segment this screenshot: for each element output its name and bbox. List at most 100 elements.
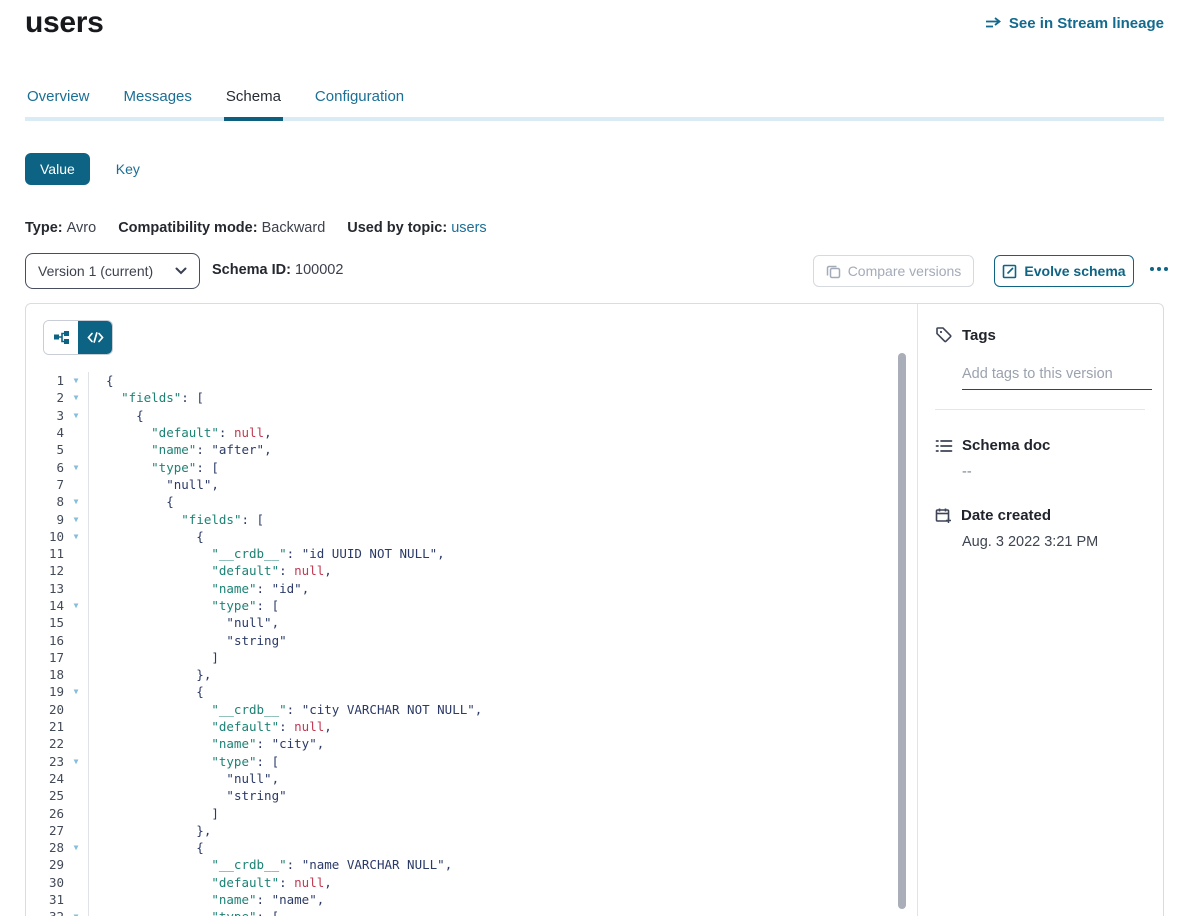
code-line: 20 "__crdb__": "city VARCHAR NOT NULL", [26, 701, 917, 718]
code-text: "string" [89, 788, 287, 803]
code-line: 12 "default": null, [26, 562, 917, 579]
gutter: 24 [26, 770, 89, 787]
code-line: 6▼ "type": [ [26, 458, 917, 475]
code-line: 16 "string" [26, 631, 917, 648]
code-text: "default": null, [89, 425, 272, 440]
line-number: 3 [26, 408, 64, 423]
gutter: 7 [26, 476, 89, 493]
line-number: 25 [26, 788, 64, 803]
tab-configuration[interactable]: Configuration [313, 88, 406, 121]
code-view-icon [87, 331, 104, 344]
code-line: 10▼ { [26, 528, 917, 545]
code-text: "name": "name", [89, 892, 324, 907]
gutter: 1▼ [26, 372, 89, 389]
schema-id-label: Schema ID: [212, 262, 291, 278]
version-select-value: Version 1 (current) [38, 263, 153, 279]
gutter: 13 [26, 580, 89, 597]
tags-section-header: Tags [935, 326, 1147, 344]
tab-overview[interactable]: Overview [25, 88, 92, 121]
schema-meta-row: Type: AvroCompatibility mode: BackwardUs… [25, 220, 487, 236]
code-line: 9▼ "fields": [ [26, 510, 917, 527]
code-text: "type": [ [89, 909, 279, 916]
fold-arrow-icon[interactable]: ▼ [64, 393, 88, 402]
gutter: 22 [26, 735, 89, 752]
code-text: { [89, 408, 144, 423]
fold-arrow-icon[interactable]: ▼ [64, 757, 88, 766]
tree-view-button[interactable] [44, 321, 78, 354]
gutter: 19▼ [26, 683, 89, 700]
key-tab-link[interactable]: Key [116, 161, 140, 177]
gutter: 21 [26, 718, 89, 735]
fold-arrow-icon[interactable]: ▼ [64, 463, 88, 472]
add-tags-input[interactable] [962, 366, 1152, 390]
compare-versions-button[interactable]: Compare versions [813, 255, 974, 287]
version-select[interactable]: Version 1 (current) [25, 253, 200, 289]
fold-arrow-icon[interactable]: ▼ [64, 515, 88, 524]
line-number: 29 [26, 857, 64, 872]
code-text: "type": [ [89, 754, 279, 769]
code-text: "string" [89, 633, 287, 648]
line-number: 14 [26, 598, 64, 613]
gutter: 5 [26, 441, 89, 458]
gutter: 32▼ [26, 908, 89, 916]
vertical-scrollbar[interactable] [898, 353, 906, 909]
line-number: 20 [26, 702, 64, 717]
gutter: 27 [26, 822, 89, 839]
schema-id: Schema ID: 100002 [212, 262, 343, 278]
schema-code-panel: 1▼{2▼ "fields": [3▼ {4 "default": null,5… [26, 304, 918, 916]
fold-arrow-icon[interactable]: ▼ [64, 376, 88, 385]
date-created-value: Aug. 3 2022 3:21 PM [962, 534, 1147, 550]
code-view-button[interactable] [78, 321, 112, 354]
code-editor[interactable]: 1▼{2▼ "fields": [3▼ {4 "default": null,5… [26, 372, 917, 916]
gutter: 16 [26, 631, 89, 648]
gutter: 28▼ [26, 839, 89, 856]
fold-arrow-icon[interactable]: ▼ [64, 601, 88, 610]
code-line: 30 "default": null, [26, 874, 917, 891]
code-text: }, [89, 667, 211, 682]
schema-doc-value: -- [962, 464, 1147, 480]
schema-sidebar: Tags Schema doc -- [918, 304, 1163, 916]
see-in-stream-lineage-link[interactable]: See in Stream lineage [985, 15, 1164, 32]
code-line: 14▼ "type": [ [26, 597, 917, 614]
code-line: 28▼ { [26, 839, 917, 856]
code-line: 25 "string" [26, 787, 917, 804]
code-text: ] [89, 650, 219, 665]
evolve-schema-button[interactable]: Evolve schema [994, 255, 1134, 287]
fold-arrow-icon[interactable]: ▼ [64, 687, 88, 696]
value-tab-button[interactable]: Value [25, 153, 90, 185]
schema-id-value: 100002 [295, 262, 343, 278]
tab-messages[interactable]: Messages [122, 88, 194, 121]
code-text: "default": null, [89, 719, 332, 734]
meta-value: Backward [262, 220, 326, 236]
code-text: "name": "id", [89, 581, 309, 596]
gutter: 25 [26, 787, 89, 804]
code-line: 24 "null", [26, 770, 917, 787]
gutter: 18 [26, 666, 89, 683]
code-line: 4 "default": null, [26, 424, 917, 441]
tab-schema[interactable]: Schema [224, 88, 283, 121]
date-created-title: Date created [961, 507, 1051, 524]
code-text: "type": [ [89, 460, 219, 475]
fold-arrow-icon[interactable]: ▼ [64, 532, 88, 541]
fold-arrow-icon[interactable]: ▼ [64, 843, 88, 852]
fold-arrow-icon[interactable]: ▼ [64, 497, 88, 506]
fold-arrow-icon[interactable]: ▼ [64, 912, 88, 916]
line-number: 28 [26, 840, 64, 855]
fold-arrow-icon[interactable]: ▼ [64, 411, 88, 420]
copy-icon [826, 264, 841, 279]
line-number: 5 [26, 442, 64, 457]
line-number: 19 [26, 684, 64, 699]
edit-icon [1002, 264, 1017, 279]
code-line: 5 "name": "after", [26, 441, 917, 458]
code-text: "__crdb__": "city VARCHAR NOT NULL", [89, 702, 482, 717]
code-text: { [89, 373, 114, 388]
code-text: { [89, 494, 174, 509]
gutter: 23▼ [26, 753, 89, 770]
gutter: 31 [26, 891, 89, 908]
tree-view-icon [53, 330, 70, 345]
gutter: 4 [26, 424, 89, 441]
code-line: 17 ] [26, 649, 917, 666]
more-actions-button[interactable] [1146, 263, 1172, 275]
code-line: 18 }, [26, 666, 917, 683]
topic-link[interactable]: users [451, 220, 486, 236]
